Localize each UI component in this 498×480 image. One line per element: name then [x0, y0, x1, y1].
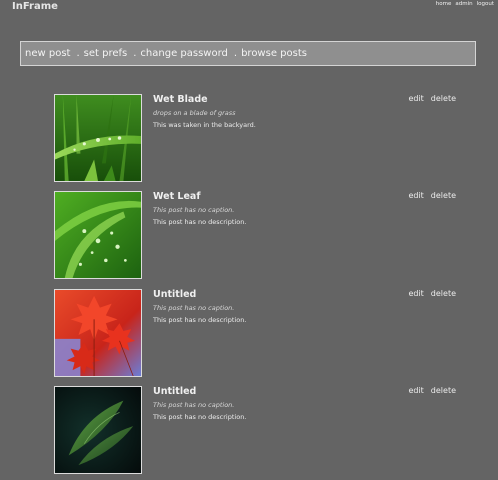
- nav-separator: .: [76, 48, 80, 59]
- dark-leaves-image: [55, 387, 141, 473]
- edit-link[interactable]: edit: [408, 289, 423, 298]
- post-actions: edit delete: [408, 94, 456, 103]
- post-actions: edit delete: [408, 289, 456, 298]
- admin-link[interactable]: admin: [455, 1, 472, 7]
- nav-separator: .: [133, 48, 137, 59]
- browse-posts-link[interactable]: browse posts: [241, 48, 307, 59]
- top-links: home admin logout: [436, 1, 494, 7]
- post-description: This was taken in the backyard.: [153, 121, 256, 129]
- nav-separator: .: [233, 48, 238, 59]
- edit-link[interactable]: edit: [408, 386, 423, 395]
- post-title[interactable]: Wet Blade: [153, 94, 208, 105]
- delete-link[interactable]: delete: [431, 94, 456, 103]
- change-password-link[interactable]: change password: [140, 48, 227, 59]
- post-caption: This post has no caption.: [153, 401, 235, 409]
- delete-link[interactable]: delete: [431, 289, 456, 298]
- post-description: This post has no description.: [153, 413, 247, 421]
- post-description: This post has no description.: [153, 218, 247, 226]
- page: InFrame home admin logout new post . set…: [0, 0, 498, 480]
- post-actions: edit delete: [408, 386, 456, 395]
- grass-blade-image: [55, 95, 141, 181]
- post-item: Wet Leaf This post has no caption. This …: [54, 191, 464, 279]
- post-description: This post has no description.: [153, 316, 247, 324]
- new-post-link[interactable]: new post: [25, 48, 70, 59]
- post-title[interactable]: Untitled: [153, 386, 196, 397]
- edit-link[interactable]: edit: [408, 94, 423, 103]
- logout-link[interactable]: logout: [477, 1, 494, 7]
- post-item: Untitled This post has no caption. This …: [54, 386, 464, 474]
- post-thumbnail[interactable]: [54, 386, 142, 474]
- home-link[interactable]: home: [436, 1, 452, 7]
- red-maple-leaves-image: [55, 290, 141, 376]
- post-item: Untitled This post has no caption. This …: [54, 289, 464, 377]
- post-caption: This post has no caption.: [153, 206, 235, 214]
- post-actions: edit delete: [408, 191, 456, 200]
- post-item: Wet Blade drops on a blade of grass This…: [54, 94, 464, 182]
- post-caption: This post has no caption.: [153, 304, 235, 312]
- delete-link[interactable]: delete: [431, 191, 456, 200]
- delete-link[interactable]: delete: [431, 386, 456, 395]
- site-title[interactable]: InFrame: [12, 1, 58, 12]
- edit-link[interactable]: edit: [408, 191, 423, 200]
- nav-bar: new post . set prefs . change password .…: [20, 41, 476, 66]
- set-prefs-link[interactable]: set prefs: [84, 48, 128, 59]
- post-thumbnail[interactable]: [54, 94, 142, 182]
- post-title[interactable]: Untitled: [153, 289, 196, 300]
- wet-leaf-image: [55, 192, 141, 278]
- post-title[interactable]: Wet Leaf: [153, 191, 200, 202]
- post-thumbnail[interactable]: [54, 191, 142, 279]
- post-caption: drops on a blade of grass: [153, 109, 236, 117]
- post-thumbnail[interactable]: [54, 289, 142, 377]
